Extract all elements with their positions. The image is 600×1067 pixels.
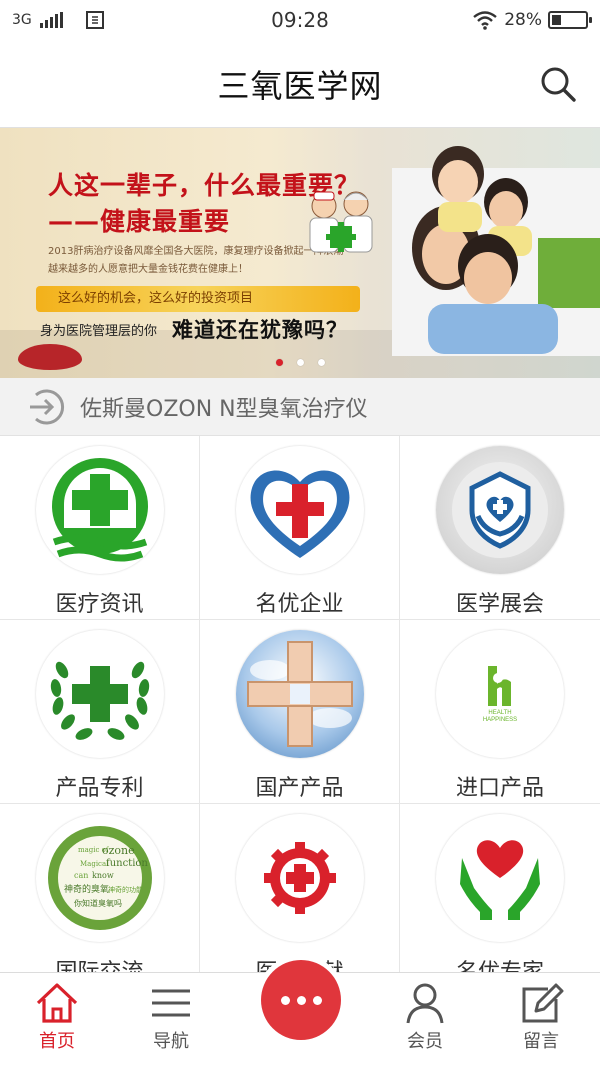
category-medical-expo[interactable]: 医学展会 [400,436,600,620]
category-label: 产品专利 [55,776,144,801]
category-label: 进口产品 [455,776,544,801]
banner-headline-2: ——健康最重要 [48,207,231,236]
page-title: 三氧医学网 [217,66,383,105]
banner-question-small: 身为医院管理层的你 [40,324,158,339]
category-product-patents[interactable]: 产品专利 [0,620,200,804]
menu-icon [152,989,190,1017]
nav-member-label: 会员 [407,1031,443,1052]
banner-question-big: 难道还在犹豫吗？ [172,318,348,342]
nav-home[interactable]: 首页 [12,981,102,1053]
health-logo-text-1: HEALTH [488,710,511,716]
signal-icon [39,12,63,28]
banner-line-2: 越来越多的人愿意把大量金钱花费在健康上！ [48,264,248,275]
nav-message[interactable]: 留言 [496,981,586,1053]
category-label: 名优企业 [255,592,344,617]
category-top-experts[interactable]: 名优专家 [400,804,600,988]
heart-cross-icon [250,470,349,558]
category-label: 医学展会 [455,592,544,617]
battery-percent: 28% [504,10,542,30]
category-international-exchange[interactable]: magic of ozone Magical function can know… [0,804,200,988]
nav-navigation[interactable]: 导航 [126,981,216,1053]
nav-message-label: 留言 [523,1031,559,1052]
ozone-word: 你知道臭氧吗 [74,898,122,908]
nav-home-label: 首页 [39,1031,75,1052]
category-top-enterprises[interactable]: 名优企业 [200,436,400,620]
notice-text: 佐斯曼OZON N型臭氧治疗仪 [80,396,368,422]
banner-ribbon: 这么好的机会，这么好的投资项目 [36,286,360,312]
shield-hands-icon [452,462,548,558]
ozone-word: Magical [80,860,109,868]
banner-line-1: 2013肝病治疗设备风靡全国各大医院，康复理疗设备掀起一阵浪潮 [48,246,344,257]
clock: 09:28 [271,8,329,32]
carousel-dot[interactable] [317,359,325,366]
category-label: 国产产品 [255,776,344,801]
hands-heart-icon [460,840,540,920]
more-button[interactable] [256,955,346,1045]
nav-navigation-label: 导航 [153,1031,189,1052]
red-gear-cross-icon [263,842,336,914]
category-grid: 医疗资讯 名优企业 医学展会 产品专利 国产产品 HEALTH HAPPINES… [0,436,600,988]
category-label: 医疗资讯 [55,592,144,617]
more-icon [261,960,341,1040]
family-photo [392,146,600,356]
category-domestic-products[interactable]: 国产产品 [200,620,400,804]
ozone-word: know [92,871,114,880]
carousel-dot[interactable] [296,359,304,366]
ozone-word: can [74,871,88,880]
lips-graphic [18,344,82,370]
green-cross-icon [51,458,148,562]
promo-banner[interactable]: 人这一辈子，什么最重要？ ——健康最重要 2013肝病治疗设备风靡全国各大医院，… [0,128,600,378]
home-icon [36,983,78,1023]
user-icon [406,983,444,1024]
search-icon[interactable] [538,64,578,104]
doctors-cartoon [309,191,373,253]
announcement-arrow-icon [30,389,65,424]
ozone-word: ozone [102,844,135,857]
wifi-icon [473,11,497,30]
bottom-nav: 首页 导航 会员 留言 [0,955,600,1067]
health-logo-text-2: HAPPINESS [483,717,517,723]
health-happiness-icon: HEALTH HAPPINESS [483,666,517,723]
hands-cross-photo-icon [246,641,353,747]
ozone-wreath-icon: magic of ozone Magical function can know… [47,826,152,930]
app-header: 三氧医学网 [0,40,600,128]
carousel-indicator[interactable] [0,359,600,366]
ozone-word: 神奇的臭氧 [64,883,109,895]
nav-member[interactable]: 会员 [380,981,470,1053]
ozone-word: function [106,858,148,869]
edit-icon [522,983,564,1023]
notice-bar[interactable]: 佐斯曼OZON N型臭氧治疗仪 [0,378,600,436]
category-imported-products[interactable]: HEALTH HAPPINESS 进口产品 [400,620,600,804]
carousel-dot[interactable] [275,359,283,366]
category-medical-news[interactable]: 医疗资讯 [0,436,200,620]
network-type: 3G [12,12,32,28]
ozone-word: 神奇的功能 [108,885,143,894]
battery-icon [548,11,592,29]
laurel-cross-icon [50,661,149,740]
status-bar: 3G 09:28 28% [0,0,600,40]
sim-icon [85,11,104,29]
